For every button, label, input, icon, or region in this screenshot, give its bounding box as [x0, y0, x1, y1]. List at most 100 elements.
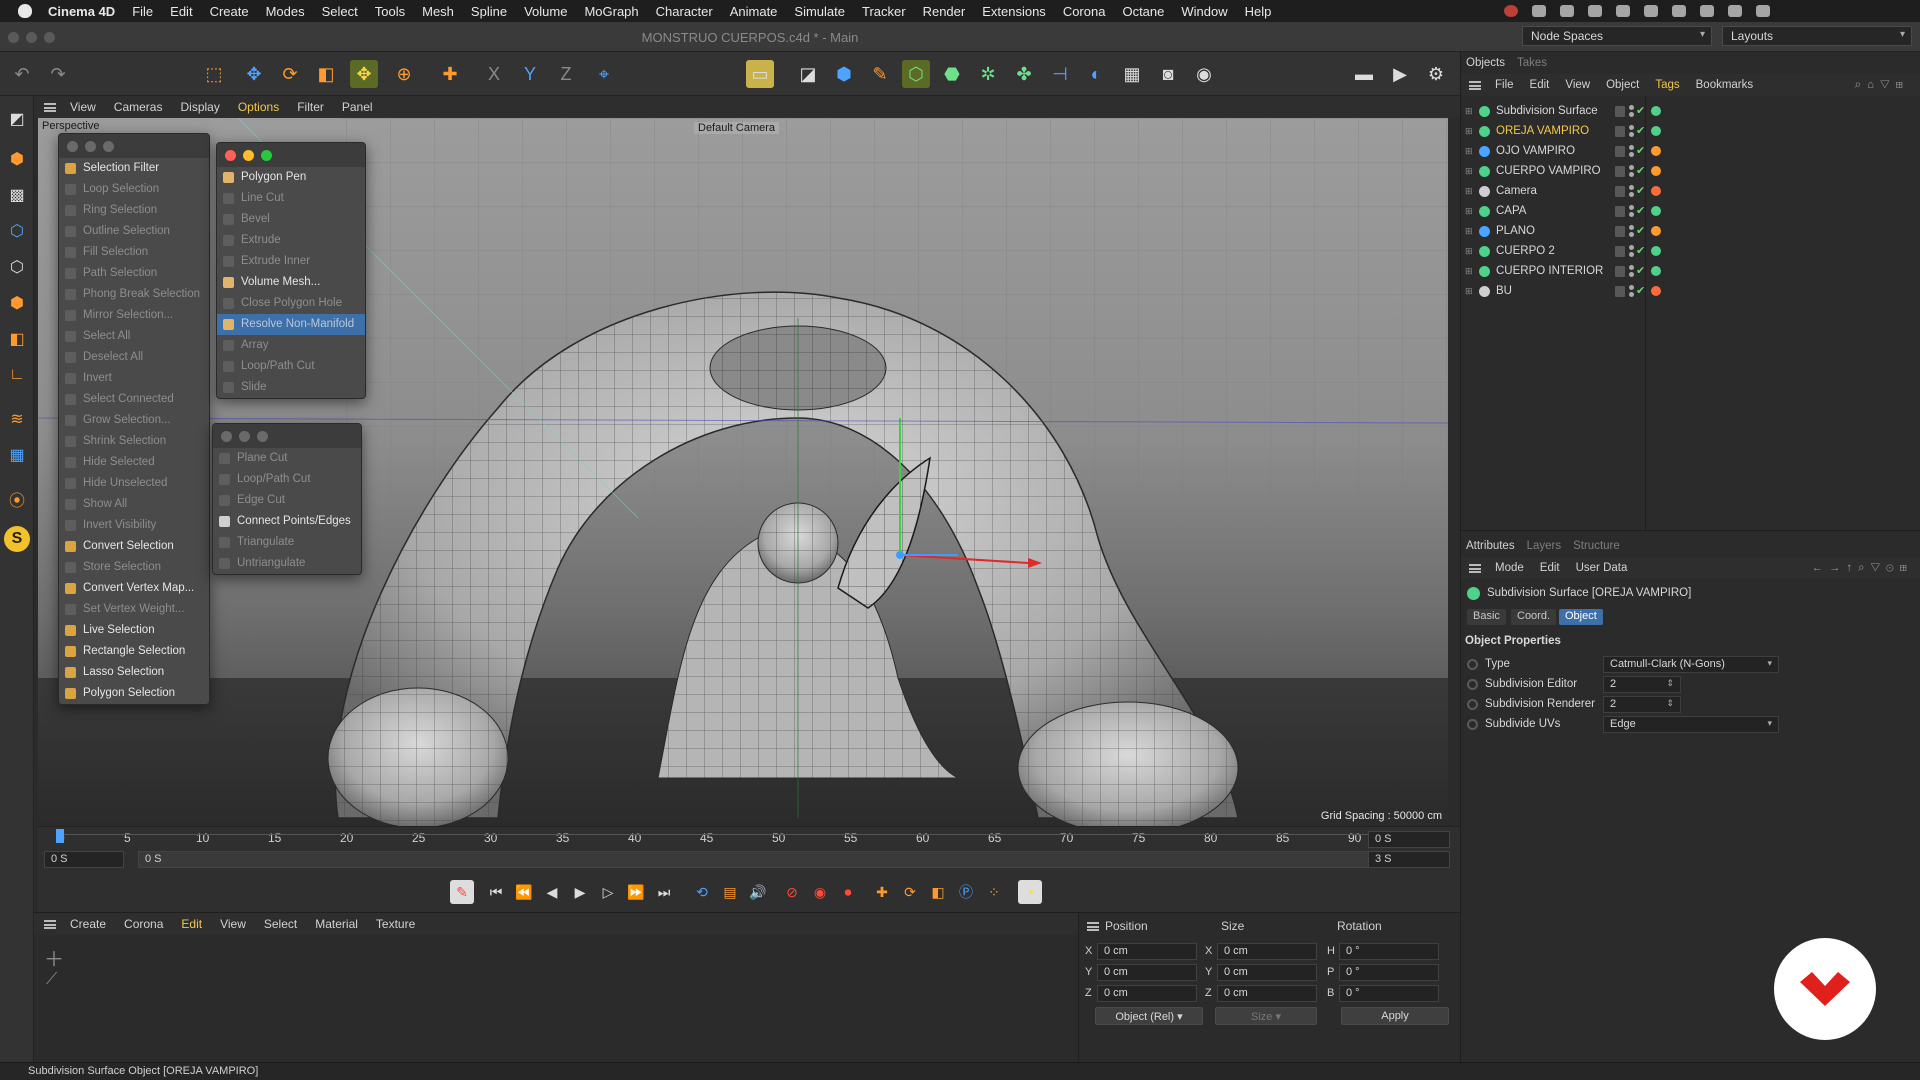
menu-extensions[interactable]: Extensions	[982, 4, 1046, 19]
deformer-icon[interactable]: ⊣	[1046, 60, 1074, 88]
select-menu-item[interactable]: Loop Selection	[59, 179, 209, 200]
timeline[interactable]: 051015202530354045505560657075808590 0 S…	[38, 826, 1460, 872]
sound-icon[interactable]: 🔊	[746, 880, 770, 904]
workplane-icon[interactable]: ≋	[4, 406, 30, 432]
menu-tools[interactable]: Tools	[375, 4, 405, 19]
phong-tag-icon[interactable]	[1651, 186, 1661, 196]
expand-icon[interactable]: ⊞	[1465, 186, 1473, 197]
enabled-check-icon[interactable]: ✔	[1636, 224, 1645, 237]
select-menu-item[interactable]: Shrink Selection	[59, 431, 209, 452]
select-menu-item[interactable]: Live Selection	[59, 620, 209, 641]
popup-zoom-button[interactable]	[103, 141, 114, 152]
object-row[interactable]: ⊞ PLANO ✔	[1461, 222, 1920, 242]
expand-icon[interactable]: ⊞	[1465, 266, 1473, 277]
enabled-check-icon[interactable]: ✔	[1636, 124, 1645, 137]
live-select-icon[interactable]: ✥	[350, 60, 378, 88]
objects-menu-file[interactable]: File	[1495, 79, 1514, 91]
cut-menu-titlebar[interactable]	[213, 424, 361, 448]
visibility-dots-icon[interactable]	[1629, 125, 1635, 138]
cut-menu-item[interactable]: Plane Cut	[213, 448, 361, 469]
timeline-window-icon[interactable]: ◔	[1018, 880, 1042, 904]
object-name[interactable]: Subdivision Surface	[1496, 105, 1598, 117]
axis-mode-icon[interactable]: ∟	[4, 362, 30, 388]
cut-menu-item[interactable]: Triangulate	[213, 532, 361, 553]
menu-modes[interactable]: Modes	[266, 4, 305, 19]
visibility-dots-icon[interactable]	[1629, 285, 1635, 298]
rotate-tool-icon[interactable]: ⟳	[276, 60, 304, 88]
objects-toolbar-icons[interactable]: ⌕⌂▽⊞	[1855, 79, 1909, 92]
coord-pos[interactable]: 0 cm	[1097, 943, 1197, 960]
expand-icon[interactable]: ⊞	[1465, 286, 1473, 297]
snap-grid-icon[interactable]: ▦	[4, 442, 30, 468]
record-keys-icon[interactable]: ✎	[450, 880, 474, 904]
wifi-icon[interactable]	[1700, 5, 1714, 17]
menu-spline[interactable]: Spline	[471, 4, 507, 19]
coord-size[interactable]: 0 cm	[1217, 985, 1317, 1002]
object-row[interactable]: ⊞ CUERPO INTERIOR ✔	[1461, 262, 1920, 282]
object-name[interactable]: OREJA VAMPIRO	[1496, 125, 1589, 137]
select-menu-item[interactable]: Outline Selection	[59, 221, 209, 242]
preview-range-bar[interactable]: 0 S 3 S	[138, 851, 1398, 868]
coord-size[interactable]: 0 cm	[1217, 943, 1317, 960]
popup-minimize-button[interactable]	[243, 150, 254, 161]
object-row[interactable]: ⊞ Camera ✔	[1461, 182, 1920, 202]
floor-icon[interactable]: ▦	[1118, 60, 1146, 88]
popup-minimize-button[interactable]	[239, 431, 250, 442]
mesh-menu-item[interactable]: Extrude	[217, 230, 365, 251]
current-frame-field[interactable]: 0 S	[1368, 831, 1450, 848]
menu-render[interactable]: Render	[923, 4, 966, 19]
autokey-icon[interactable]: ⊘	[780, 880, 804, 904]
object-name[interactable]: CUERPO VAMPIRO	[1496, 165, 1601, 177]
expand-icon[interactable]: ⊞	[1465, 206, 1473, 217]
material-menu-material[interactable]: Material	[315, 917, 358, 931]
viewport-solo-icon[interactable]: ◪	[794, 60, 822, 88]
coord-pos[interactable]: 0 cm	[1097, 985, 1197, 1002]
object-row[interactable]: ⊞ CUERPO 2 ✔	[1461, 242, 1920, 262]
start-time-field[interactable]: 0 S	[44, 851, 124, 868]
tab-takes[interactable]: Takes	[1517, 57, 1547, 69]
enabled-check-icon[interactable]: ✔	[1636, 204, 1645, 217]
select-menu-item[interactable]: Rectangle Selection	[59, 641, 209, 662]
subdivision-surface-icon[interactable]: ⬡	[902, 60, 930, 88]
transform-tool-icon[interactable]: ⊕	[390, 60, 418, 88]
menu-create[interactable]: Create	[210, 4, 249, 19]
enabled-check-icon[interactable]: ✔	[1636, 284, 1645, 297]
go-to-end-icon[interactable]: ⏭	[652, 880, 676, 904]
objects-menu-edit[interactable]: Edit	[1530, 79, 1550, 91]
select-menu-item[interactable]: Path Selection	[59, 263, 209, 284]
material-menu-view[interactable]: View	[220, 917, 246, 931]
object-name[interactable]: CAPA	[1496, 205, 1526, 217]
select-menu-item[interactable]: Phong Break Selection	[59, 284, 209, 305]
viewport-menu-panel[interactable]: Panel	[342, 100, 373, 114]
key-point-level-icon[interactable]: ⁘	[982, 880, 1006, 904]
play-icon[interactable]: ▶	[568, 880, 592, 904]
popup-zoom-button[interactable]	[257, 431, 268, 442]
playhead[interactable]	[56, 829, 64, 843]
phong-tag-icon[interactable]	[1651, 286, 1661, 296]
select-menu-item[interactable]: Convert Selection	[59, 536, 209, 557]
messages-icon[interactable]	[1560, 5, 1574, 17]
model-mode-icon[interactable]: ▭	[746, 60, 774, 88]
layer-icon[interactable]	[1615, 146, 1625, 157]
next-frame-icon[interactable]: ▷	[596, 880, 620, 904]
menu-corona[interactable]: Corona	[1063, 4, 1106, 19]
layouts-dropdown[interactable]: Layouts ▾	[1722, 26, 1912, 46]
object-name[interactable]: CUERPO 2	[1496, 245, 1555, 257]
viewport-menu-options[interactable]: Options	[238, 100, 279, 114]
phong-tag-icon[interactable]	[1651, 266, 1661, 276]
select-menu-item[interactable]: Hide Selected	[59, 452, 209, 473]
make-editable-icon[interactable]: ◩	[4, 106, 30, 132]
property-dropdown[interactable]: Catmull-Clark (N-Gons) ▾	[1603, 656, 1779, 673]
mesh-menu-item[interactable]: Loop/Path Cut	[217, 356, 365, 377]
coordinate-system-icon[interactable]: ⌖	[590, 60, 618, 88]
key-scale-icon[interactable]: ◧	[926, 880, 950, 904]
s-plugin-icon[interactable]: S	[4, 526, 30, 552]
fracture-icon[interactable]: ✤	[1010, 60, 1038, 88]
select-menu-item[interactable]: Lasso Selection	[59, 662, 209, 683]
objects-menu-view[interactable]: View	[1565, 79, 1590, 91]
menu-simulate[interactable]: Simulate	[794, 4, 845, 19]
select-menu-item[interactable]: Invert Visibility	[59, 515, 209, 536]
hamburger-icon[interactable]	[1469, 563, 1481, 573]
animate-radio-icon[interactable]	[1467, 659, 1478, 670]
phong-tag-icon[interactable]	[1651, 206, 1661, 216]
